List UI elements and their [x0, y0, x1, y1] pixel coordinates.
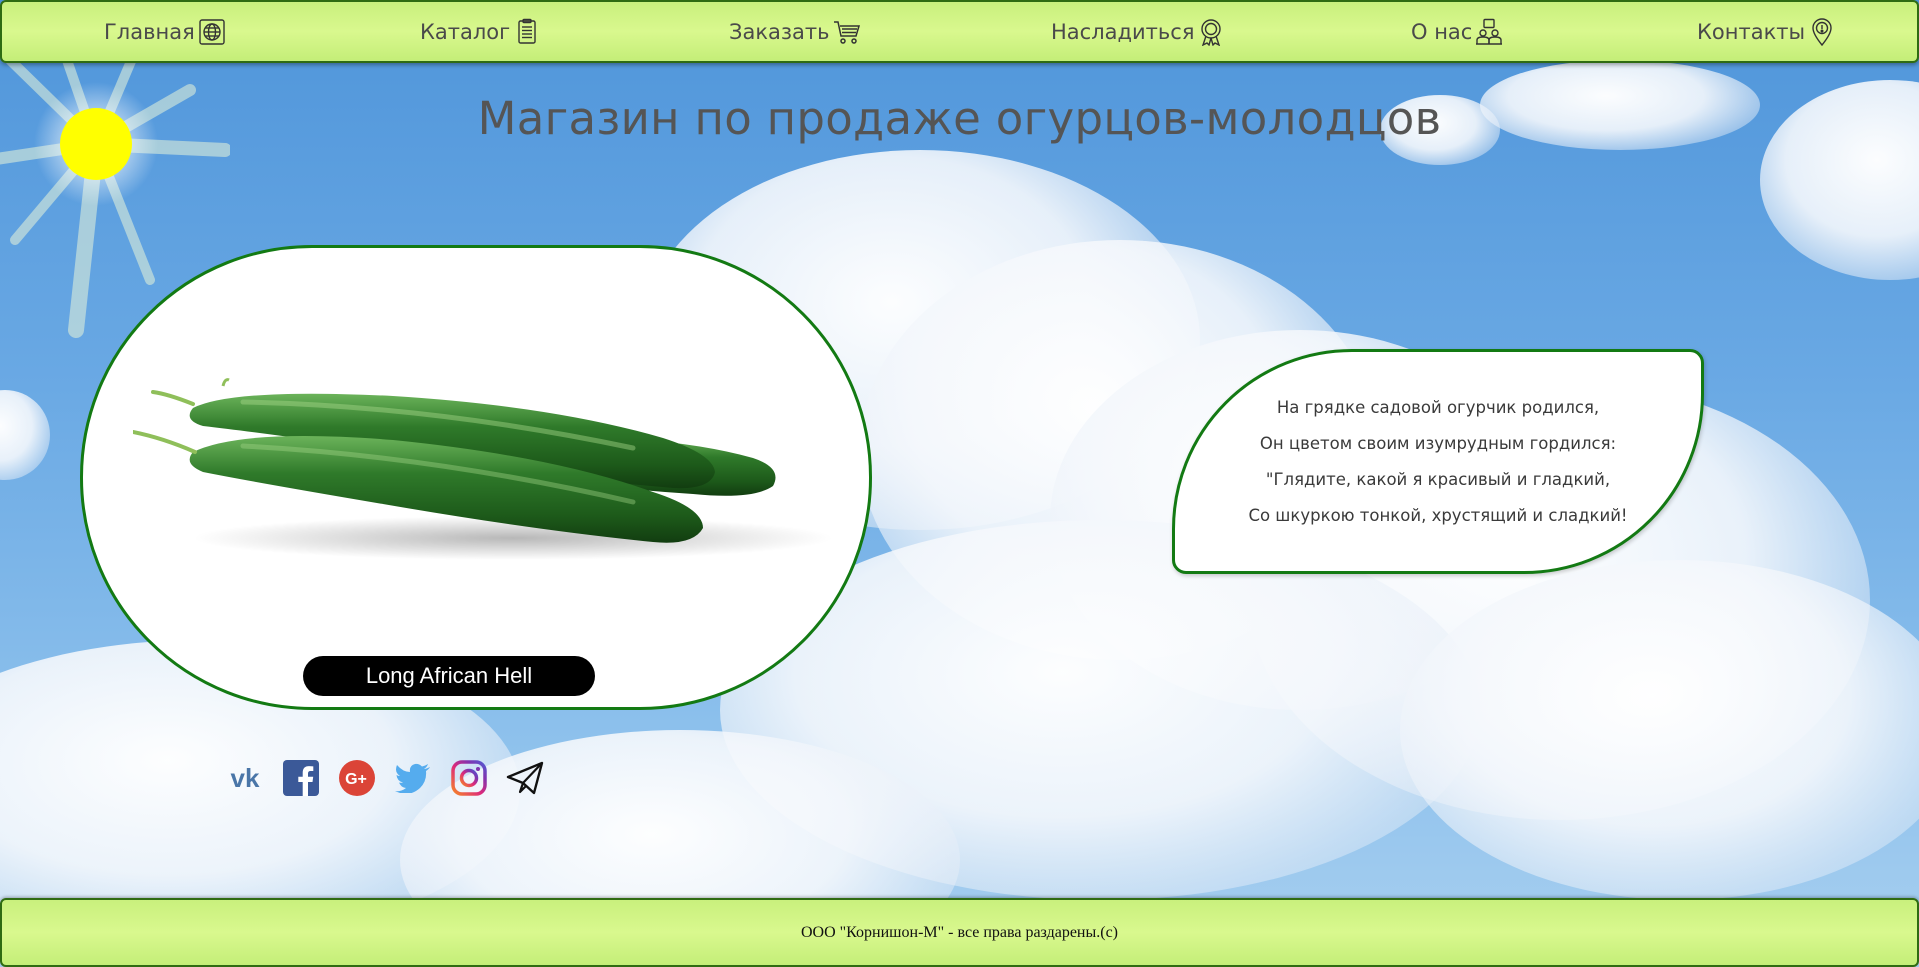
nav-enjoy-label: Насладиться — [1051, 20, 1195, 44]
people-icon — [1476, 18, 1503, 45]
twitter-icon[interactable] — [394, 759, 432, 797]
footer-copyright: ООО "Корнишон-М" - все права раздарены.(… — [800, 924, 1118, 941]
instagram-icon[interactable] — [450, 759, 488, 797]
poem-line: На грядке садовой огурчик родился, — [1276, 397, 1600, 417]
nav-home-label: Главная — [104, 20, 195, 44]
nav-catalog-label: Каталог — [420, 20, 511, 44]
catalog-icon — [518, 18, 536, 44]
nav-order[interactable]: Заказать — [729, 16, 861, 48]
footer: ООО "Корнишон-М" - все права раздарены.(… — [0, 898, 1919, 967]
page-title: Магазин по продаже огурцов-молодцов — [477, 92, 1442, 145]
poem-box: На грядке садовой огурчик родился, Он цв… — [1172, 349, 1704, 574]
nav-catalog[interactable]: Каталог — [420, 16, 541, 48]
facebook-icon[interactable] — [282, 759, 320, 797]
product-card[interactable]: Long African Hell — [80, 245, 872, 710]
social-links: vk G+ — [226, 759, 544, 797]
medal-icon — [1201, 19, 1222, 46]
cart-icon — [833, 21, 860, 44]
svg-text:vk: vk — [231, 766, 260, 790]
svg-text:G+: G+ — [345, 771, 367, 788]
nav-order-label: Заказать — [729, 20, 830, 44]
top-navbar: Главная Каталог Заказать Насладиться О н… — [0, 0, 1919, 63]
nav-contacts[interactable]: Контакты — [1697, 16, 1836, 48]
nav-enjoy[interactable]: Насладиться — [1051, 16, 1225, 48]
nav-home[interactable]: Главная — [104, 16, 226, 48]
nav-about-label: О нас — [1411, 20, 1473, 44]
location-pin-icon — [1812, 18, 1832, 46]
globe-icon — [199, 19, 225, 45]
poem-line: Он цветом своим изумрудным гордился: — [1259, 433, 1617, 453]
telegram-icon[interactable] — [506, 759, 544, 797]
google-plus-icon[interactable]: G+ — [338, 759, 376, 797]
nav-contacts-label: Контакты — [1697, 20, 1806, 44]
poem-line: "Глядите, какой я красивый и гладкий, — [1265, 469, 1611, 489]
poem-line: Со шкуркою тонкой, хрустящий и сладкий! — [1248, 505, 1628, 525]
vk-icon[interactable]: vk — [226, 759, 264, 797]
nav-about[interactable]: О нас — [1411, 16, 1503, 48]
cucumber-image — [133, 378, 833, 560]
product-caption: Long African Hell — [303, 656, 595, 696]
